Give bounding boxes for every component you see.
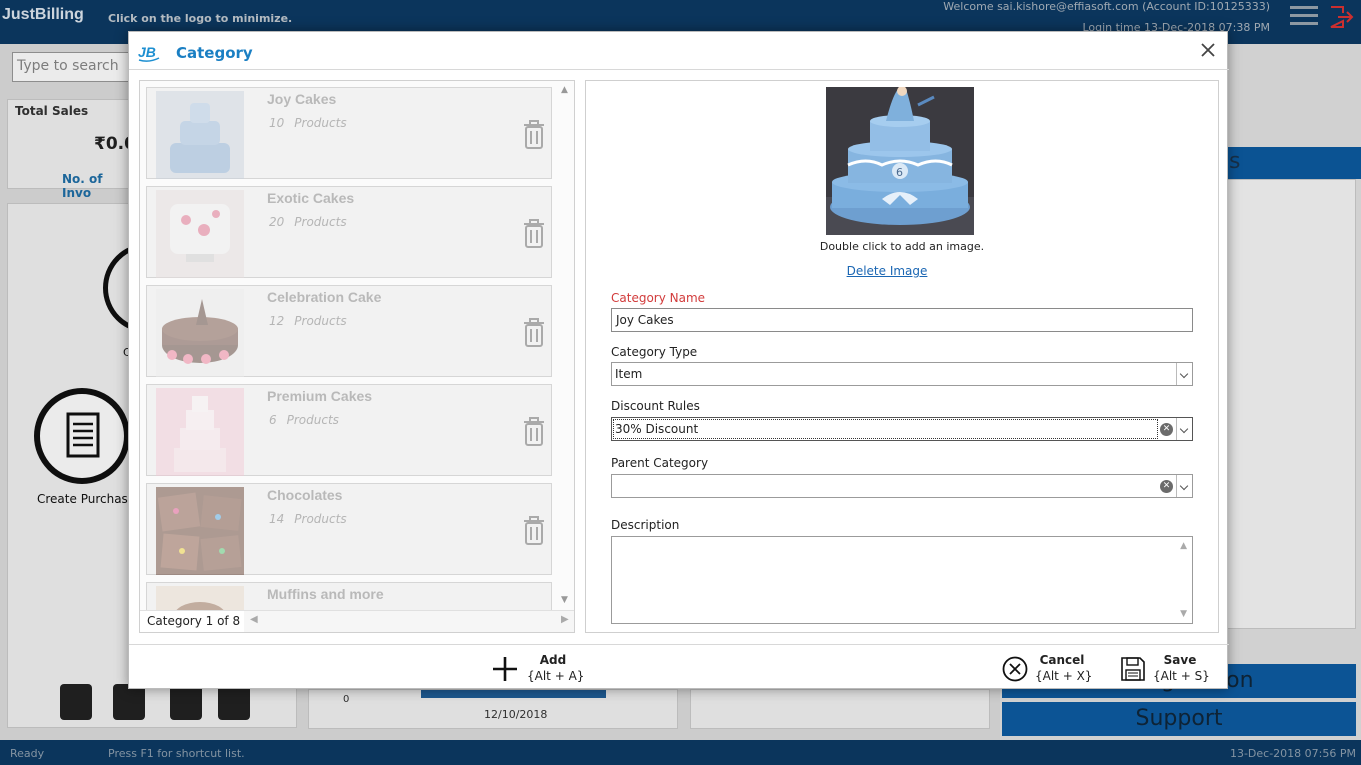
- discount-rules-label: Discount Rules: [611, 399, 700, 413]
- category-name: Joy Cakes: [267, 91, 337, 107]
- trash-icon[interactable]: [521, 415, 547, 447]
- image-hint: Double click to add an image.: [819, 240, 985, 253]
- save-label: Save: [1163, 653, 1197, 667]
- save-button[interactable]: Save {Alt + S}: [1119, 651, 1219, 687]
- category-name-label: Category Name: [611, 291, 706, 305]
- category-name: Muffins and more: [267, 586, 384, 602]
- category-thumbnail: [156, 388, 244, 476]
- parent-category-select[interactable]: ✕: [611, 474, 1193, 498]
- close-icon[interactable]: [1197, 40, 1219, 62]
- list-vertical-scrollbar[interactable]: ▲ ▼: [558, 81, 574, 609]
- category-name: Premium Cakes: [267, 388, 373, 404]
- category-form: 6 Double click to add an image. Delete I…: [585, 80, 1219, 633]
- category-count: 12 Products: [269, 314, 347, 328]
- category-count: 10 Products: [269, 116, 347, 130]
- list-item[interactable]: Joy Cakes 10 Products: [146, 87, 552, 179]
- list-item[interactable]: Exotic Cakes 20 Products: [146, 186, 552, 278]
- category-name: Exotic Cakes: [267, 190, 355, 206]
- scroll-left-icon[interactable]: ◀: [250, 614, 258, 625]
- parent-category-label: Parent Category: [611, 456, 709, 470]
- list-item[interactable]: Premium Cakes 6 Products: [146, 384, 552, 476]
- scroll-down-icon[interactable]: ▼: [1180, 609, 1187, 619]
- cancel-label: Cancel: [1039, 653, 1085, 667]
- category-count: 20 Products: [269, 215, 347, 229]
- scroll-right-icon[interactable]: ▶: [561, 614, 569, 625]
- category-thumbnail: [156, 487, 244, 575]
- category-type-select[interactable]: Item: [611, 362, 1193, 386]
- clear-icon[interactable]: ✕: [1160, 423, 1173, 436]
- category-name: Celebration Cake: [267, 289, 382, 305]
- chevron-down-icon[interactable]: [1176, 475, 1192, 497]
- list-item[interactable]: Chocolates 14 Products: [146, 483, 552, 575]
- category-name: Chocolates: [267, 487, 343, 503]
- dialog-title: Category: [176, 44, 253, 62]
- jb-logo-icon: JB: [137, 41, 160, 62]
- description-label: Description: [611, 518, 680, 532]
- category-type-label: Category Type: [611, 345, 698, 359]
- category-dialog: JB Category Joy Cakes 10 Products Exotic …: [128, 31, 1229, 690]
- list-item[interactable]: Celebration Cake 12 Products: [146, 285, 552, 377]
- category-pager: Category 1 of 8: [140, 611, 244, 632]
- add-button[interactable]: Add {Alt + A}: [491, 651, 591, 687]
- category-thumbnail: [156, 289, 244, 377]
- svg-text:JB: JB: [138, 44, 156, 60]
- plus-icon: [493, 657, 517, 681]
- scroll-up-icon[interactable]: ▲: [561, 85, 568, 95]
- cancel-button[interactable]: Cancel {Alt + X}: [1001, 651, 1101, 687]
- scroll-up-icon[interactable]: ▲: [1180, 541, 1187, 551]
- chevron-down-icon[interactable]: [1176, 363, 1192, 385]
- dialog-header: JB Category: [129, 32, 1229, 70]
- category-count: 6 Products: [269, 413, 339, 427]
- category-name-input[interactable]: Joy Cakes: [611, 308, 1193, 332]
- category-image[interactable]: 6: [826, 87, 974, 235]
- trash-icon[interactable]: [521, 217, 547, 249]
- category-list: Joy Cakes 10 Products Exotic Cakes 20 Prod…: [139, 80, 575, 633]
- list-footer: Category 1 of 8 ◀ ▶: [140, 610, 574, 632]
- add-shortcut: {Alt + A}: [527, 669, 585, 683]
- discount-rules-select[interactable]: 30% Discount ✕: [611, 417, 1193, 441]
- category-thumbnail: [156, 190, 244, 278]
- category-thumbnail: [156, 91, 244, 179]
- trash-icon[interactable]: [521, 316, 547, 348]
- cancel-shortcut: {Alt + X}: [1035, 669, 1093, 683]
- floppy-disk-icon: [1121, 657, 1145, 681]
- cancel-icon: [1002, 656, 1028, 682]
- dialog-footer: Add {Alt + A} Cancel {Alt + X} Save {Alt…: [129, 644, 1229, 690]
- chevron-down-icon[interactable]: [1176, 418, 1192, 440]
- add-label: Add: [539, 653, 567, 667]
- description-textarea[interactable]: ▲ ▼: [611, 536, 1193, 624]
- category-type-value: Item: [615, 367, 643, 381]
- trash-icon[interactable]: [521, 514, 547, 546]
- clear-icon[interactable]: ✕: [1160, 480, 1173, 493]
- trash-icon[interactable]: [521, 118, 547, 150]
- discount-rules-value: 30% Discount: [615, 422, 699, 436]
- scroll-down-icon[interactable]: ▼: [561, 595, 568, 605]
- category-count: 14 Products: [269, 512, 347, 526]
- save-shortcut: {Alt + S}: [1153, 669, 1210, 683]
- delete-image-link[interactable]: Delete Image: [586, 264, 1188, 278]
- svg-text:6: 6: [896, 166, 903, 179]
